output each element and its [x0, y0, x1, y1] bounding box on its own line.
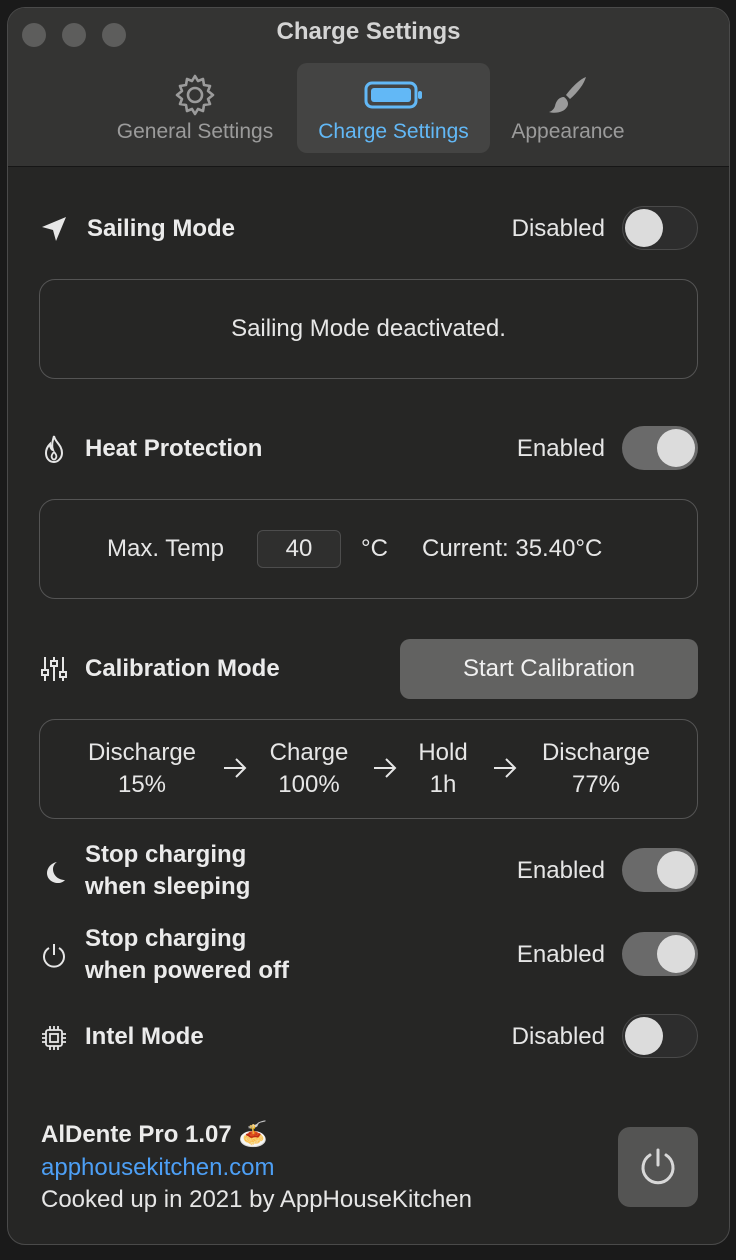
power-icon	[641, 1148, 675, 1185]
tab-charge-settings-label: Charge Settings	[318, 120, 469, 143]
paintbrush-icon	[498, 75, 638, 115]
stop-charging-sleeping-toggle[interactable]	[622, 848, 698, 892]
calibration-step: Discharge 77%	[526, 737, 666, 801]
tab-charge-settings[interactable]: Charge Settings	[297, 63, 490, 153]
sailing-mode-title: Sailing Mode	[87, 215, 236, 242]
calibration-step-value: 100%	[278, 771, 340, 798]
flame-icon	[39, 434, 69, 464]
calibration-step-value: 1h	[429, 771, 457, 798]
arrow-right-icon	[222, 756, 248, 785]
stop-charging-sleeping-title: Stop charging when sleeping	[85, 841, 251, 900]
max-temp-label: Max. Temp	[107, 535, 224, 562]
stop-charging-powered-off-state: Enabled	[516, 941, 605, 968]
sailing-mode-state: Disabled	[511, 215, 605, 242]
intel-mode-state: Disabled	[511, 1023, 605, 1050]
stop-charging-powered-off-toggle[interactable]	[622, 932, 698, 976]
intel-mode-toggle[interactable]	[622, 1014, 698, 1058]
gear-icon	[100, 74, 290, 116]
sliders-icon	[39, 654, 69, 684]
settings-window: Charge Settings General Settings Charge …	[7, 7, 730, 1245]
cpu-chip-icon	[39, 1023, 69, 1053]
calibration-step-name: Discharge	[87, 739, 197, 766]
title-bar: Charge Settings General Settings Charge …	[8, 8, 729, 167]
heat-protection-title: Heat Protection	[85, 435, 263, 462]
calibration-step-name: Discharge	[541, 739, 651, 766]
tab-general-settings[interactable]: General Settings	[100, 63, 290, 153]
calibration-step-value: 15%	[117, 771, 167, 798]
moon-icon	[39, 857, 69, 887]
sailing-mode-toggle[interactable]	[622, 206, 698, 250]
intel-mode-title: Intel Mode	[85, 1023, 204, 1050]
heat-protection-box: Max. Temp °C Current: 35.40°C	[39, 499, 698, 599]
tab-appearance[interactable]: Appearance	[498, 63, 638, 153]
power-icon	[39, 941, 69, 971]
credit-label: Cooked up in 2021 by AppHouseKitchen	[41, 1186, 472, 1213]
current-temp-label: Current: 35.40°C	[422, 535, 603, 562]
calibration-step: Charge 100%	[254, 737, 364, 801]
stop-charging-powered-off-title: Stop charging when powered off	[85, 925, 289, 984]
temp-unit-label: °C	[361, 535, 388, 562]
stop-charging-sleeping-state: Enabled	[516, 857, 605, 884]
max-temp-input[interactable]	[257, 530, 341, 568]
paper-plane-icon	[39, 214, 69, 244]
battery-icon	[297, 75, 490, 115]
start-calibration-button[interactable]: Start Calibration	[400, 639, 698, 699]
arrow-right-icon	[372, 756, 398, 785]
sailing-mode-message: Sailing Mode deactivated.	[231, 315, 506, 342]
quit-power-button[interactable]	[618, 1127, 698, 1207]
window-title: Charge Settings	[276, 18, 461, 45]
calibration-mode-title: Calibration Mode	[85, 655, 280, 682]
heat-protection-state: Enabled	[516, 435, 605, 462]
heat-protection-toggle[interactable]	[622, 426, 698, 470]
calibration-step-name: Charge	[269, 739, 349, 766]
arrow-right-icon	[492, 756, 518, 785]
calibration-step: Discharge 15%	[72, 737, 212, 801]
app-version-label: AlDente Pro 1.07 🍝	[41, 1121, 269, 1148]
website-link[interactable]: apphousekitchen.com	[41, 1154, 274, 1182]
calibration-step-name: Hold	[418, 739, 468, 766]
tab-appearance-label: Appearance	[511, 120, 625, 143]
calibration-step: Hold 1h	[403, 737, 483, 801]
calibration-step-value: 77%	[571, 771, 621, 798]
sailing-mode-status-box: Sailing Mode deactivated.	[39, 279, 698, 379]
tab-general-settings-label: General Settings	[116, 120, 274, 143]
